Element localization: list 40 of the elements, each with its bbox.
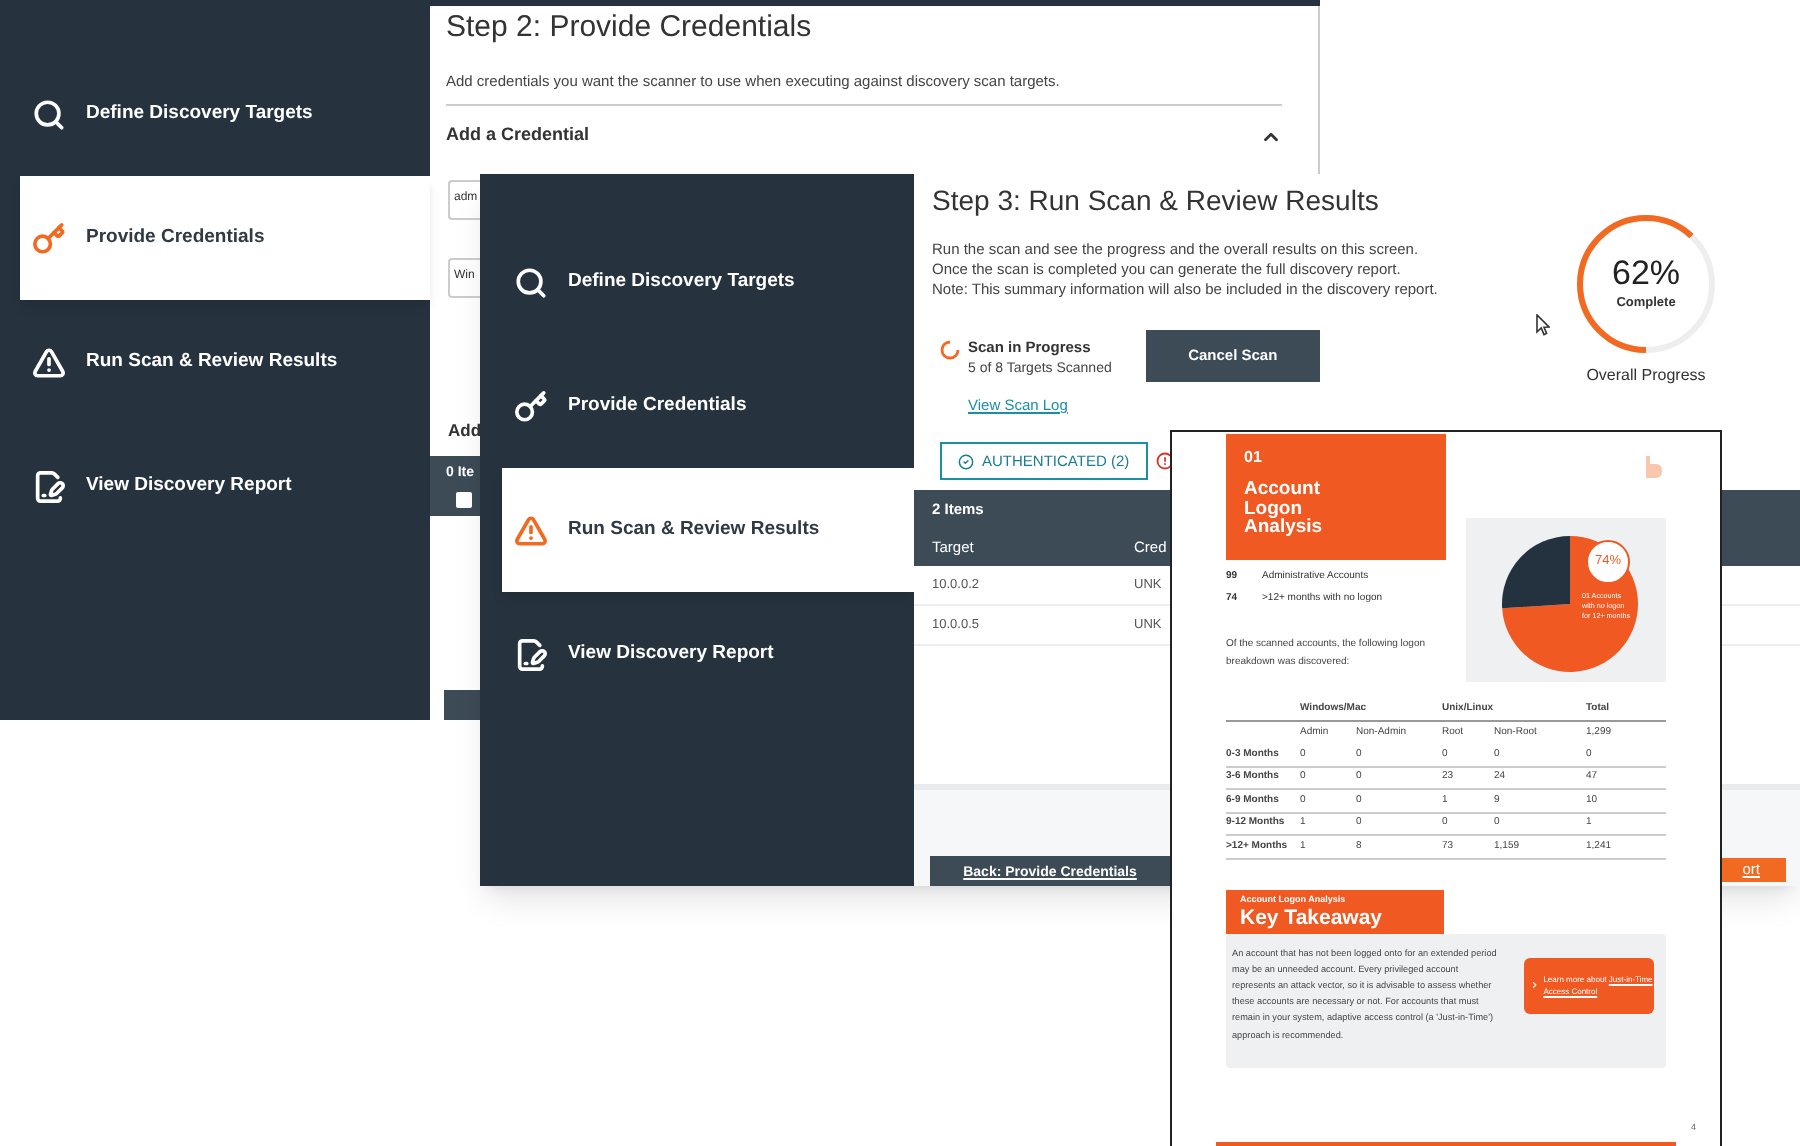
mouse-cursor-icon <box>1536 314 1550 336</box>
checkbox[interactable] <box>456 492 472 508</box>
key-icon <box>32 221 66 255</box>
spinner-icon <box>940 340 960 360</box>
warning-icon <box>32 345 66 379</box>
progress-label: Overall Progress <box>1586 364 1706 388</box>
sidebar-item[interactable]: Run Scan & Review Results <box>20 300 430 424</box>
check-circle-icon <box>958 453 974 470</box>
section-title: Account Logon Analysis <box>1244 480 1325 537</box>
sidebar-label: Define Discovery Targets <box>568 267 795 296</box>
search-icon <box>514 265 548 299</box>
section-title: Add a Credential <box>446 122 590 149</box>
key-icon <box>514 389 548 423</box>
sidebar-item[interactable]: Define Discovery Targets <box>20 52 430 176</box>
document-edit-icon <box>514 637 548 671</box>
sidebar-item[interactable]: Define Discovery Targets <box>502 220 914 344</box>
sidebar-item[interactable]: Provide Credentials <box>502 344 914 468</box>
warning-icon <box>514 513 548 547</box>
sidebar-label: Define Discovery Targets <box>86 99 313 128</box>
section-number: 01 <box>1244 446 1262 470</box>
section-title: Add <box>448 417 482 443</box>
sidebar-label: Provide Credentials <box>568 391 747 420</box>
logo-icon <box>1644 456 1662 478</box>
sidebar-label: View Discovery Report <box>568 639 774 668</box>
sidebar-item[interactable]: View Discovery Report <box>20 424 430 548</box>
sidebar-label: Run Scan & Review Results <box>568 515 820 544</box>
chevron-right-icon <box>1530 978 1540 992</box>
alert-icon[interactable] <box>1155 452 1174 471</box>
sidebar-item[interactable]: Run Scan & Review Results <box>502 468 914 592</box>
sidebar-label: View Discovery Report <box>86 471 292 500</box>
sidebar-item[interactable]: Provide Credentials <box>20 176 430 300</box>
search-icon <box>32 97 66 131</box>
sidebar-label: Run Scan & Review Results <box>86 347 338 376</box>
progress-value: 62% <box>1611 254 1681 295</box>
takeaway-title: Key Takeaway <box>1240 905 1383 929</box>
document-edit-icon <box>32 469 66 503</box>
sidebar-item[interactable]: View Discovery Report <box>502 592 914 716</box>
sidebar-label: Provide Credentials <box>86 223 265 252</box>
page-title: Step 2: Provide Credentials <box>446 8 814 48</box>
page-title: Step 3: Run Scan & Review Results <box>932 182 1379 220</box>
